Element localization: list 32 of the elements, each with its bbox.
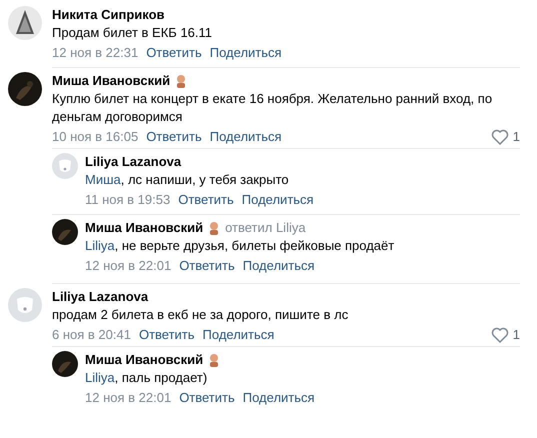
share-link[interactable]: Поделиться	[242, 190, 314, 209]
comment-text: продам 2 билета в екб не за дорого, пишите в лс	[52, 306, 350, 324]
mention-link[interactable]: Liliya	[85, 238, 115, 253]
heart-icon[interactable]	[490, 128, 509, 144]
reply-link[interactable]: Ответить	[146, 127, 202, 146]
share-link[interactable]: Поделиться	[242, 256, 315, 275]
heart-icon[interactable]	[490, 326, 509, 342]
comment-text: Миша, лс напиши, у тебя закрыто	[85, 171, 290, 189]
mention-link[interactable]: Миша	[85, 172, 121, 187]
reply-link[interactable]: Ответить	[138, 325, 195, 344]
reply-link[interactable]: Ответить	[146, 43, 202, 62]
share-link[interactable]: Поделиться	[210, 127, 282, 146]
comment-text: Liliya, не верьте друзья, билеты фейковые продаёт	[85, 237, 396, 255]
share-link[interactable]: Поделиться	[202, 325, 274, 344]
comment-text: Продам билет в ЕКБ 16.11	[52, 24, 214, 42]
reply-link[interactable]: Ответить	[179, 256, 235, 275]
share-link[interactable]: Поделиться	[210, 43, 282, 62]
share-link[interactable]: Поделиться	[242, 388, 315, 407]
like-count: 1	[512, 128, 520, 146]
comment-text: Куплю билет на концерт в екате 16 ноября. Желательно ранний вход, по деньгам договоримся	[52, 90, 494, 126]
author-name[interactable]: Миша Ивановский	[52, 72, 170, 90]
author-name[interactable]: Никита Сиприков	[52, 6, 165, 24]
replied-to-label: ответил Liliya	[225, 219, 306, 237]
comment-text: Liliya, паль продает)	[85, 369, 208, 387]
author-name[interactable]: Liliya Lazanova	[52, 288, 148, 306]
author-name[interactable]: Миша Ивановский	[85, 219, 204, 237]
author-name[interactable]: Миша Ивановский	[85, 351, 204, 369]
author-name[interactable]: Liliya Lazanova	[85, 153, 182, 171]
reply-link[interactable]: Ответить	[178, 190, 234, 209]
like-count: 1	[512, 326, 520, 344]
mention-link[interactable]: Liliya	[85, 370, 115, 385]
reply-link[interactable]: Ответить	[179, 388, 235, 407]
